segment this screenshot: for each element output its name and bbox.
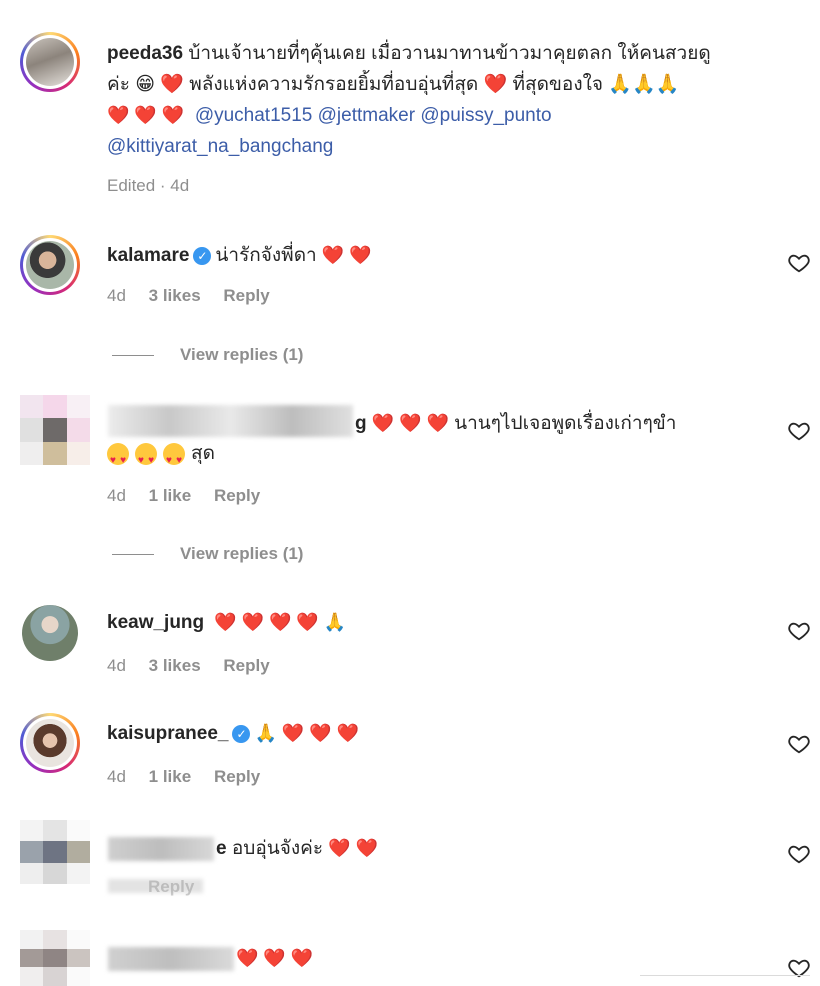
heart-eyes-emoji-icon <box>135 442 157 476</box>
comment-item: e อบอุ่นจังค่ะ ❤️ ❤️ Reply <box>0 815 820 905</box>
divider <box>640 975 810 976</box>
heart-outline-icon[interactable] <box>788 252 810 274</box>
comment-body: บ้านเจ้านายที่ๆคุ้นเคย เมื่อวานมาทานข้าว… <box>188 43 711 64</box>
reply-button[interactable]: Reply <box>214 767 260 786</box>
reply-button[interactable]: Reply <box>148 877 194 896</box>
view-replies-button[interactable]: View replies (1) <box>112 345 303 365</box>
avatar[interactable] <box>20 603 80 663</box>
blurred-username <box>108 947 234 971</box>
reply-button[interactable]: Reply <box>223 656 269 675</box>
heart-eyes-emoji-icon <box>107 442 129 476</box>
avatar[interactable] <box>20 820 90 884</box>
divider <box>112 355 154 357</box>
mention-link[interactable]: @puissy_punto <box>420 105 551 126</box>
comment-text: e อบอุ่นจังค่ะ ❤️ ❤️ <box>216 838 378 859</box>
mention-link[interactable]: @jettmaker <box>318 105 415 126</box>
reply-button[interactable]: Reply <box>223 286 269 305</box>
comment-item: keaw_jung ❤️ ❤️ ❤️ ❤️ 🙏 4d 3 likes Reply <box>0 600 820 690</box>
view-replies-button[interactable]: View replies (1) <box>112 544 303 564</box>
comment-item: kalamare ✓ น่ารักจังพี่ดา ❤️ ❤️ 4d 3 likes… <box>0 230 820 380</box>
comment-meta: Reply <box>148 877 212 897</box>
comment-meta: 4d 3 likes Reply <box>107 286 270 305</box>
heart-outline-icon[interactable] <box>788 620 810 642</box>
comment-meta: 4d 1 like Reply <box>107 767 261 786</box>
comment-item: peeda36 บ้านเจ้านายที่ๆคุ้นเคย เมื่อวานม… <box>0 0 820 200</box>
avatar[interactable] <box>20 930 90 986</box>
comment-body: น่ารักจังพี่ดา <box>215 245 317 266</box>
comment-item: kaisupranee_ ✓ 🙏 ❤️ ❤️ ❤️ 4d 1 like Reply <box>0 710 820 800</box>
comment-username[interactable]: keaw_jung <box>107 612 204 633</box>
comment-text: kaisupranee_ ✓ 🙏 ❤️ ❤️ ❤️ <box>107 723 360 744</box>
avatar[interactable] <box>20 235 80 295</box>
comment-item: ❤️ ❤️ ❤️ <box>0 925 820 986</box>
comment-text: g ❤️ ❤️ ❤️ นานๆไปเจอพูดเรื่องเก่าๆขำ <box>355 413 677 434</box>
heart-outline-icon[interactable] <box>788 420 810 442</box>
comment-text: keaw_jung ❤️ ❤️ ❤️ ❤️ 🙏 <box>107 612 347 633</box>
likes-count[interactable]: 1 like <box>149 767 192 786</box>
verified-badge-icon: ✓ <box>232 724 251 743</box>
blurred-username <box>108 405 353 437</box>
comment-username[interactable]: e <box>216 838 227 859</box>
comment-text: kalamare ✓ น่ารักจังพี่ดา ❤️ ❤️ <box>107 245 372 266</box>
comment-item: g ❤️ ❤️ ❤️ นานๆไปเจอพูดเรื่องเก่าๆขำ สุด… <box>0 390 820 580</box>
comment-username[interactable]: peeda36 <box>107 43 183 64</box>
avatar[interactable] <box>20 713 80 773</box>
comment-meta: 4d 1 like Reply <box>107 486 261 505</box>
avatar[interactable] <box>20 395 90 465</box>
heart-outline-icon[interactable] <box>788 733 810 755</box>
comment-body: สุด <box>191 443 215 464</box>
comment-text: ❤️ ❤️ ❤️ <box>236 948 314 968</box>
likes-count[interactable]: 3 likes <box>149 656 201 675</box>
comment-body: อบอุ่นจังค่ะ <box>231 838 324 859</box>
comment-text-line2: สุด <box>107 438 750 476</box>
heart-outline-icon[interactable] <box>788 843 810 865</box>
avatar[interactable] <box>20 32 80 92</box>
comment-meta: Edited · 4d <box>107 176 190 195</box>
heart-eyes-emoji-icon <box>163 442 185 476</box>
verified-badge-icon: ✓ <box>193 246 212 265</box>
mention-link[interactable]: @yuchat1515 <box>195 105 313 126</box>
blurred-username <box>108 837 214 861</box>
comment-meta: 4d 3 likes Reply <box>107 656 270 675</box>
mention-link[interactable]: @kittiyarat_na_bangchang <box>107 136 333 157</box>
comment-body: นานๆไปเจอพูดเรื่องเก่าๆขำ <box>454 413 677 434</box>
comment-username[interactable]: kalamare <box>107 245 189 266</box>
divider <box>112 554 154 556</box>
reply-button[interactable]: Reply <box>214 486 260 505</box>
comment-username[interactable]: g <box>355 413 367 434</box>
comment-username[interactable]: kaisupranee_ <box>107 723 228 744</box>
comment-text: peeda36 บ้านเจ้านายที่ๆคุ้นเคย เมื่อวานม… <box>107 43 711 157</box>
likes-count[interactable]: 1 like <box>149 486 192 505</box>
comment-body-line2: ค่ะ 😁 ❤️ พลังแห่งความรักรอยยิ้มที่อบอุ่น… <box>107 74 680 95</box>
likes-count[interactable]: 3 likes <box>149 286 201 305</box>
